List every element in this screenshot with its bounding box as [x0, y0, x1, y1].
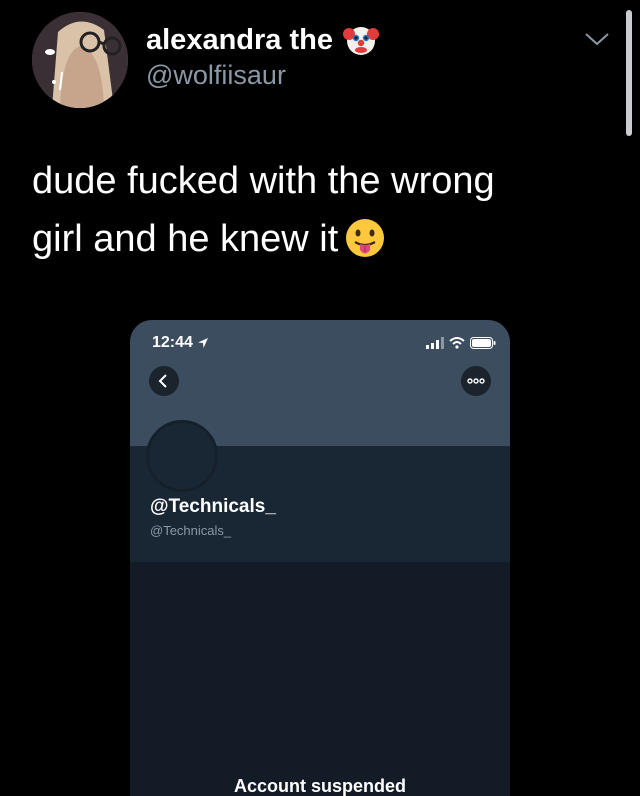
chevron-down-icon[interactable] [584, 30, 610, 48]
location-arrow-icon [197, 338, 208, 348]
display-name-text: alexandra the [146, 23, 333, 56]
avatar[interactable] [32, 12, 128, 108]
profile-handle: @Technicals_ [150, 523, 232, 538]
status-bar-time: 12:44 [152, 334, 209, 352]
status-bar-icons [421, 336, 496, 354]
tweet-text: dude fucked with the wrong girl and he k… [32, 152, 592, 268]
tweet-text-line-2-text: girl and he knew it [32, 218, 339, 260]
face-with-tongue-icon [344, 217, 386, 259]
account-suspended-label: Account suspended [233, 776, 407, 796]
battery-icon [470, 336, 496, 354]
display-name[interactable]: alexandra the [146, 22, 379, 58]
embedded-screenshot[interactable]: 12:44 @Technicals_ @Technicals_ Account … [130, 320, 510, 796]
tweet-page: alexandra the @wolfiisaur dude fucked wi… [0, 0, 640, 796]
clown-face-icon [342, 22, 379, 58]
status-time-text: 12:44 [152, 334, 193, 351]
profile-name: @Technicals_ [150, 496, 276, 517]
back-button[interactable] [149, 366, 179, 396]
more-options-button[interactable] [461, 366, 491, 396]
wifi-icon [449, 336, 465, 354]
user-handle[interactable]: @wolfiisaur [146, 60, 286, 91]
scrollbar[interactable] [626, 10, 632, 136]
ellipsis-icon [467, 378, 485, 384]
chevron-left-icon [158, 374, 167, 388]
signal-icon [426, 336, 444, 354]
tweet-text-line-2: girl and he knew it [32, 210, 592, 268]
profile-avatar[interactable] [146, 420, 218, 492]
profile-body [130, 562, 510, 796]
tweet-text-line-1: dude fucked with the wrong [32, 160, 495, 202]
